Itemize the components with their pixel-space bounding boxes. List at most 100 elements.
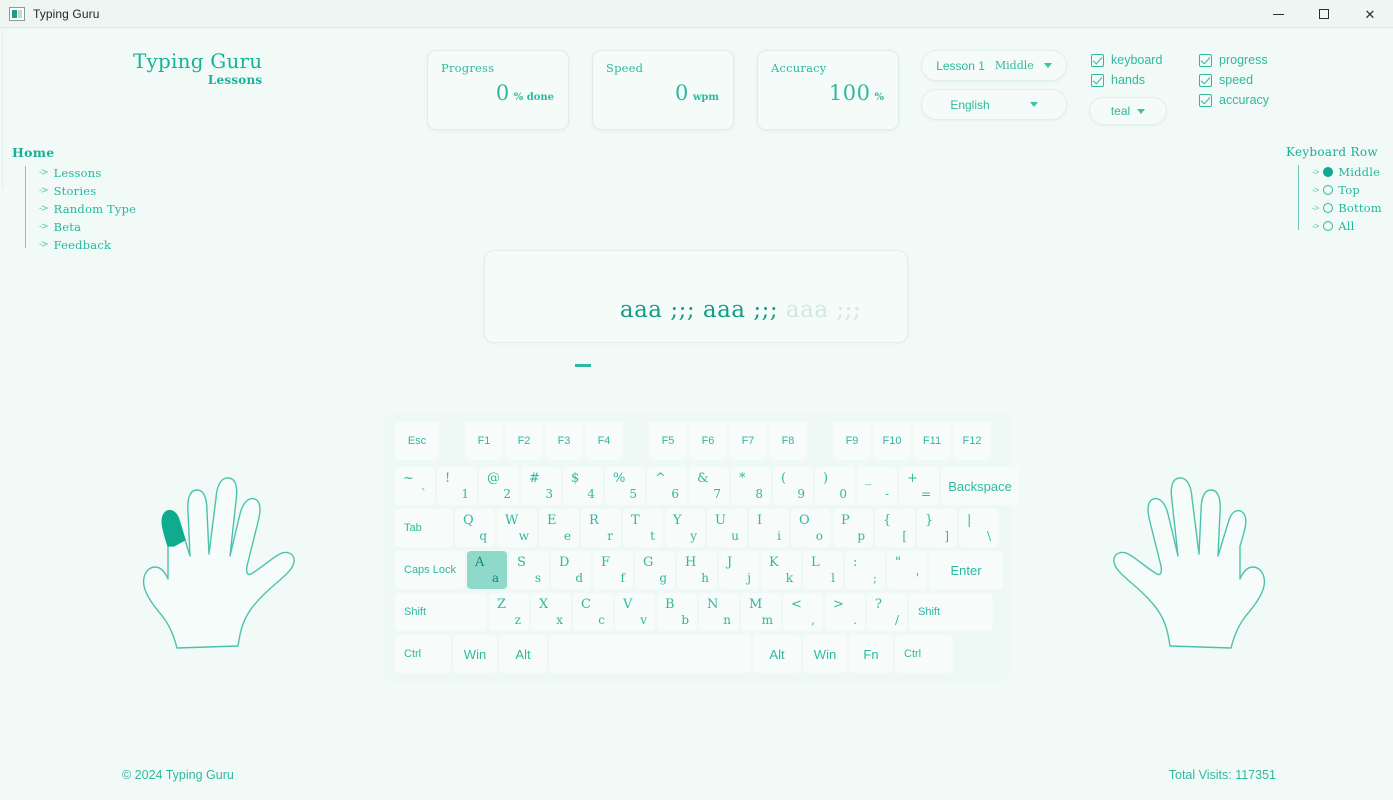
key-f12[interactable]: F12 <box>953 422 991 460</box>
key-shift[interactable]: Shift <box>909 593 993 631</box>
key-f11[interactable]: F11 <box>913 422 951 460</box>
key-shift[interactable]: Shift <box>395 593 487 631</box>
minimize-button[interactable] <box>1255 0 1301 28</box>
key-[interactable]: }] <box>917 509 957 547</box>
close-button[interactable]: ✕ <box>1347 0 1393 28</box>
key-win[interactable]: Win <box>453 635 497 673</box>
key-4[interactable]: $4 <box>563 467 603 505</box>
key-[interactable]: {[ <box>875 509 915 547</box>
key-n[interactable]: Nn <box>699 593 739 631</box>
key-h[interactable]: Hh <box>677 551 717 589</box>
key-d[interactable]: Dd <box>551 551 591 589</box>
key-q[interactable]: Qq <box>455 509 495 547</box>
key-f1[interactable]: F1 <box>465 422 503 460</box>
key-7[interactable]: & 7 <box>689 467 729 505</box>
key-0[interactable]: ) 0 <box>815 467 855 505</box>
key-win[interactable]: Win <box>803 635 847 673</box>
key-[interactable]: | \ <box>959 509 999 547</box>
toggle-keyboard[interactable]: keyboard <box>1091 53 1191 67</box>
key-base-label: t <box>650 529 655 543</box>
toggle-accuracy[interactable]: accuracy <box>1199 93 1294 107</box>
nav-root-home[interactable]: Home <box>12 145 136 160</box>
key-k[interactable]: Kk <box>761 551 801 589</box>
maximize-button[interactable] <box>1301 0 1347 28</box>
radio-option-middle[interactable]: -> Middle <box>1312 163 1382 181</box>
key-[interactable]: <, <box>783 593 823 631</box>
key-spacer[interactable] <box>549 635 751 673</box>
key-ctrl[interactable]: Ctrl <box>895 635 953 673</box>
key-[interactable]: + = <box>899 467 939 505</box>
key-f9[interactable]: F9 <box>833 422 871 460</box>
key-g[interactable]: Gg <box>635 551 675 589</box>
key-s[interactable]: Ss <box>509 551 549 589</box>
key-[interactable]: >. <box>825 593 865 631</box>
key-6[interactable]: ^ 6 <box>647 467 687 505</box>
radio-option-top[interactable]: -> Top <box>1312 181 1382 199</box>
key-f2[interactable]: F2 <box>505 422 543 460</box>
key-fn[interactable]: Fn <box>849 635 893 673</box>
key-e[interactable]: Ee <box>539 509 579 547</box>
typing-panel[interactable]: aaa ;;; aaa ;;; aaa ;;; <box>484 250 908 367</box>
sidebar-item-beta[interactable]: -> Beta <box>39 218 136 236</box>
key-c[interactable]: Cc <box>573 593 613 631</box>
key-a[interactable]: Aa <box>467 551 507 589</box>
key-b[interactable]: Bb <box>657 593 697 631</box>
key-f5[interactable]: F5 <box>649 422 687 460</box>
sidebar-item-feedback[interactable]: -> Feedback <box>39 236 136 254</box>
toggle-hands[interactable]: hands <box>1091 73 1191 87</box>
key-f4[interactable]: F4 <box>585 422 623 460</box>
key-j[interactable]: Jj <box>719 551 759 589</box>
key-backspace[interactable]: Backspace <box>941 467 1019 505</box>
key-[interactable]: _ - <box>857 467 897 505</box>
key-v[interactable]: Vv <box>615 593 655 631</box>
toggle-speed[interactable]: speed <box>1199 73 1294 87</box>
language-select[interactable]: English <box>921 89 1067 120</box>
key-t[interactable]: Tt <box>623 509 663 547</box>
key-9[interactable]: (9 <box>773 467 813 505</box>
key-spacer <box>441 422 463 460</box>
key-u[interactable]: Uu <box>707 509 747 547</box>
key-f[interactable]: Ff <box>593 551 633 589</box>
key-[interactable]: ? / <box>867 593 907 631</box>
sidebar-item-lessons[interactable]: -> Lessons <box>39 164 136 182</box>
key-f3[interactable]: F3 <box>545 422 583 460</box>
key-o[interactable]: Oo <box>791 509 831 547</box>
key-y[interactable]: Yy <box>665 509 705 547</box>
radio-option-bottom[interactable]: -> Bottom <box>1312 199 1382 217</box>
key-tab[interactable]: Tab <box>395 509 453 547</box>
key-1[interactable]: ! 1 <box>437 467 477 505</box>
key-[interactable]: :; <box>845 551 885 589</box>
key-ctrl[interactable]: Ctrl <box>395 635 451 673</box>
sidebar-item-stories[interactable]: -> Stories <box>39 182 136 200</box>
key-3[interactable]: #3 <box>521 467 561 505</box>
key-z[interactable]: Zz <box>489 593 529 631</box>
key-5[interactable]: % 5 <box>605 467 645 505</box>
key-label: Backspace <box>948 478 1012 494</box>
key-f8[interactable]: F8 <box>769 422 807 460</box>
key-[interactable]: " ' <box>887 551 927 589</box>
key-enter[interactable]: Enter <box>929 551 1003 589</box>
key-caps-lock[interactable]: Caps Lock <box>395 551 465 589</box>
toggle-progress[interactable]: progress <box>1199 53 1294 67</box>
key-r[interactable]: Rr <box>581 509 621 547</box>
key-alt[interactable]: Alt <box>753 635 801 673</box>
key-l[interactable]: Ll <box>803 551 843 589</box>
maximize-icon <box>1319 9 1329 19</box>
sidebar-item-random-type[interactable]: -> Random Type <box>39 200 136 218</box>
key-p[interactable]: Pp <box>833 509 873 547</box>
key-2[interactable]: @2 <box>479 467 519 505</box>
key-w[interactable]: Ww <box>497 509 537 547</box>
radio-option-all[interactable]: -> All <box>1312 217 1382 235</box>
key-esc[interactable]: Esc <box>395 422 439 460</box>
key-f10[interactable]: F10 <box>873 422 911 460</box>
key-shift-label: L <box>811 555 820 570</box>
key-m[interactable]: Mm <box>741 593 781 631</box>
key-i[interactable]: Ii <box>749 509 789 547</box>
key-f7[interactable]: F7 <box>729 422 767 460</box>
key-8[interactable]: * 8 <box>731 467 771 505</box>
key-x[interactable]: Xx <box>531 593 571 631</box>
key-f6[interactable]: F6 <box>689 422 727 460</box>
lesson-select[interactable]: Lesson 1 Middle <box>921 50 1067 81</box>
key-[interactable]: ~ ` <box>395 467 435 505</box>
key-alt[interactable]: Alt <box>499 635 547 673</box>
